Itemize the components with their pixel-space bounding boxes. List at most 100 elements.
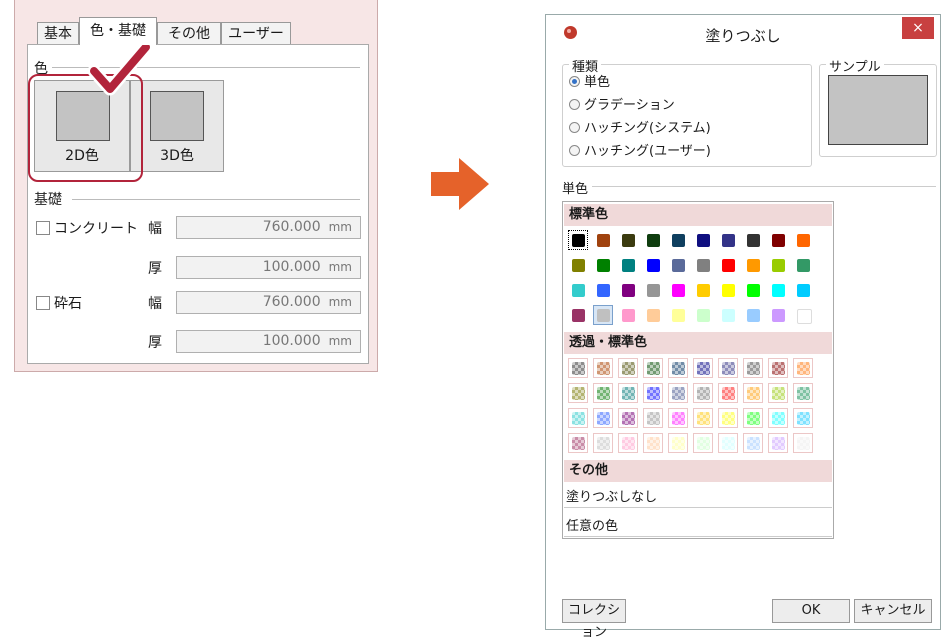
color-cell[interactable] xyxy=(693,383,713,403)
color-cell[interactable] xyxy=(668,358,688,378)
color-cell[interactable] xyxy=(668,383,688,403)
color-cell[interactable] xyxy=(693,230,713,250)
color-cell[interactable] xyxy=(668,305,688,325)
color-cell[interactable] xyxy=(593,433,613,453)
concrete-thickness-field[interactable]: 100.000 mm xyxy=(176,256,361,279)
color-cell[interactable] xyxy=(643,305,663,325)
color-cell[interactable] xyxy=(743,255,763,275)
color-cell[interactable] xyxy=(718,383,738,403)
color-cell[interactable] xyxy=(668,230,688,250)
color-cell[interactable] xyxy=(718,408,738,428)
color-cell[interactable] xyxy=(643,383,663,403)
tab-user[interactable]: ユーザー xyxy=(221,22,291,45)
tab-other[interactable]: その他 xyxy=(157,22,221,45)
color-cell[interactable] xyxy=(793,305,813,325)
color-cell[interactable] xyxy=(643,280,663,300)
color-cell[interactable] xyxy=(593,358,613,378)
color-cell[interactable] xyxy=(643,433,663,453)
color-cell[interactable] xyxy=(693,358,713,378)
close-button[interactable]: × xyxy=(902,17,934,39)
color-cell[interactable] xyxy=(743,358,763,378)
color-cell[interactable] xyxy=(593,305,613,325)
color-cell[interactable] xyxy=(743,305,763,325)
color-cell[interactable] xyxy=(768,383,788,403)
color-cell[interactable] xyxy=(743,383,763,403)
concrete-width-field[interactable]: 760.000 mm xyxy=(176,216,361,239)
color-cell[interactable] xyxy=(568,408,588,428)
color-list[interactable]: 標準色 透過・標準色 その他 塗りつぶしなし 任意の色 xyxy=(562,201,834,539)
color-cell[interactable] xyxy=(668,280,688,300)
color-cell[interactable] xyxy=(793,408,813,428)
color-cell[interactable] xyxy=(593,383,613,403)
color-cell[interactable] xyxy=(568,305,588,325)
custom-color-option[interactable]: 任意の色 xyxy=(566,515,618,534)
gravel-checkbox[interactable] xyxy=(36,296,50,310)
color-cell[interactable] xyxy=(743,433,763,453)
color-cell[interactable] xyxy=(693,255,713,275)
color-cell[interactable] xyxy=(768,408,788,428)
color-cell[interactable] xyxy=(793,433,813,453)
radio-hatching-system[interactable]: ハッチング(システム) xyxy=(569,120,711,138)
color-cell[interactable] xyxy=(768,280,788,300)
color-cell[interactable] xyxy=(793,255,813,275)
radio-gradation[interactable]: グラデーション xyxy=(569,97,675,115)
color-cell[interactable] xyxy=(593,255,613,275)
color-cell[interactable] xyxy=(718,433,738,453)
gravel-thickness-field[interactable]: 100.000 mm xyxy=(176,330,361,353)
color-cell[interactable] xyxy=(768,255,788,275)
color-cell[interactable] xyxy=(768,305,788,325)
color-cell[interactable] xyxy=(568,280,588,300)
radio-hatching-user[interactable]: ハッチング(ユーザー) xyxy=(569,143,711,161)
no-fill-option[interactable]: 塗りつぶしなし xyxy=(566,486,657,505)
concrete-checkbox[interactable] xyxy=(36,221,50,235)
color-cell[interactable] xyxy=(693,408,713,428)
color-cell[interactable] xyxy=(793,383,813,403)
color-cell[interactable] xyxy=(643,230,663,250)
color-cell[interactable] xyxy=(618,255,638,275)
color-cell[interactable] xyxy=(718,255,738,275)
color-cell[interactable] xyxy=(593,230,613,250)
color-cell[interactable] xyxy=(743,408,763,428)
color-cell[interactable] xyxy=(718,230,738,250)
color-cell[interactable] xyxy=(718,280,738,300)
tab-basic[interactable]: 基本 xyxy=(37,22,79,45)
color-cell[interactable] xyxy=(743,280,763,300)
color-cell[interactable] xyxy=(693,433,713,453)
color-cell[interactable] xyxy=(618,383,638,403)
color-cell[interactable] xyxy=(768,433,788,453)
color-cell[interactable] xyxy=(618,433,638,453)
color-cell[interactable] xyxy=(693,280,713,300)
color-cell[interactable] xyxy=(568,383,588,403)
color-cell[interactable] xyxy=(618,305,638,325)
color-cell[interactable] xyxy=(618,408,638,428)
color-cell[interactable] xyxy=(793,280,813,300)
radio-solid[interactable]: 単色 xyxy=(569,74,610,92)
color-cell[interactable] xyxy=(643,358,663,378)
cancel-button[interactable]: キャンセル xyxy=(854,599,932,623)
color-cell[interactable] xyxy=(618,230,638,250)
color-cell[interactable] xyxy=(793,358,813,378)
color-cell[interactable] xyxy=(643,255,663,275)
color-cell[interactable] xyxy=(593,280,613,300)
color-cell[interactable] xyxy=(618,358,638,378)
color-cell[interactable] xyxy=(718,305,738,325)
color-cell[interactable] xyxy=(668,408,688,428)
color-cell[interactable] xyxy=(643,408,663,428)
color-cell[interactable] xyxy=(668,433,688,453)
collection-button[interactable]: コレクション xyxy=(562,599,626,640)
color-cell[interactable] xyxy=(668,255,688,275)
color-cell[interactable] xyxy=(618,280,638,300)
color-cell[interactable] xyxy=(568,433,588,453)
color-cell[interactable] xyxy=(718,358,738,378)
color-cell[interactable] xyxy=(568,230,588,250)
color-cell[interactable] xyxy=(593,408,613,428)
tab-color-foundation[interactable]: 色・基礎 xyxy=(79,17,157,45)
gravel-width-field[interactable]: 760.000 mm xyxy=(176,291,361,314)
color-cell[interactable] xyxy=(768,230,788,250)
color-cell[interactable] xyxy=(693,305,713,325)
ok-button[interactable]: OK xyxy=(772,599,850,623)
color-cell[interactable] xyxy=(768,358,788,378)
color-cell[interactable] xyxy=(568,255,588,275)
color-cell[interactable] xyxy=(743,230,763,250)
color-cell[interactable] xyxy=(793,230,813,250)
